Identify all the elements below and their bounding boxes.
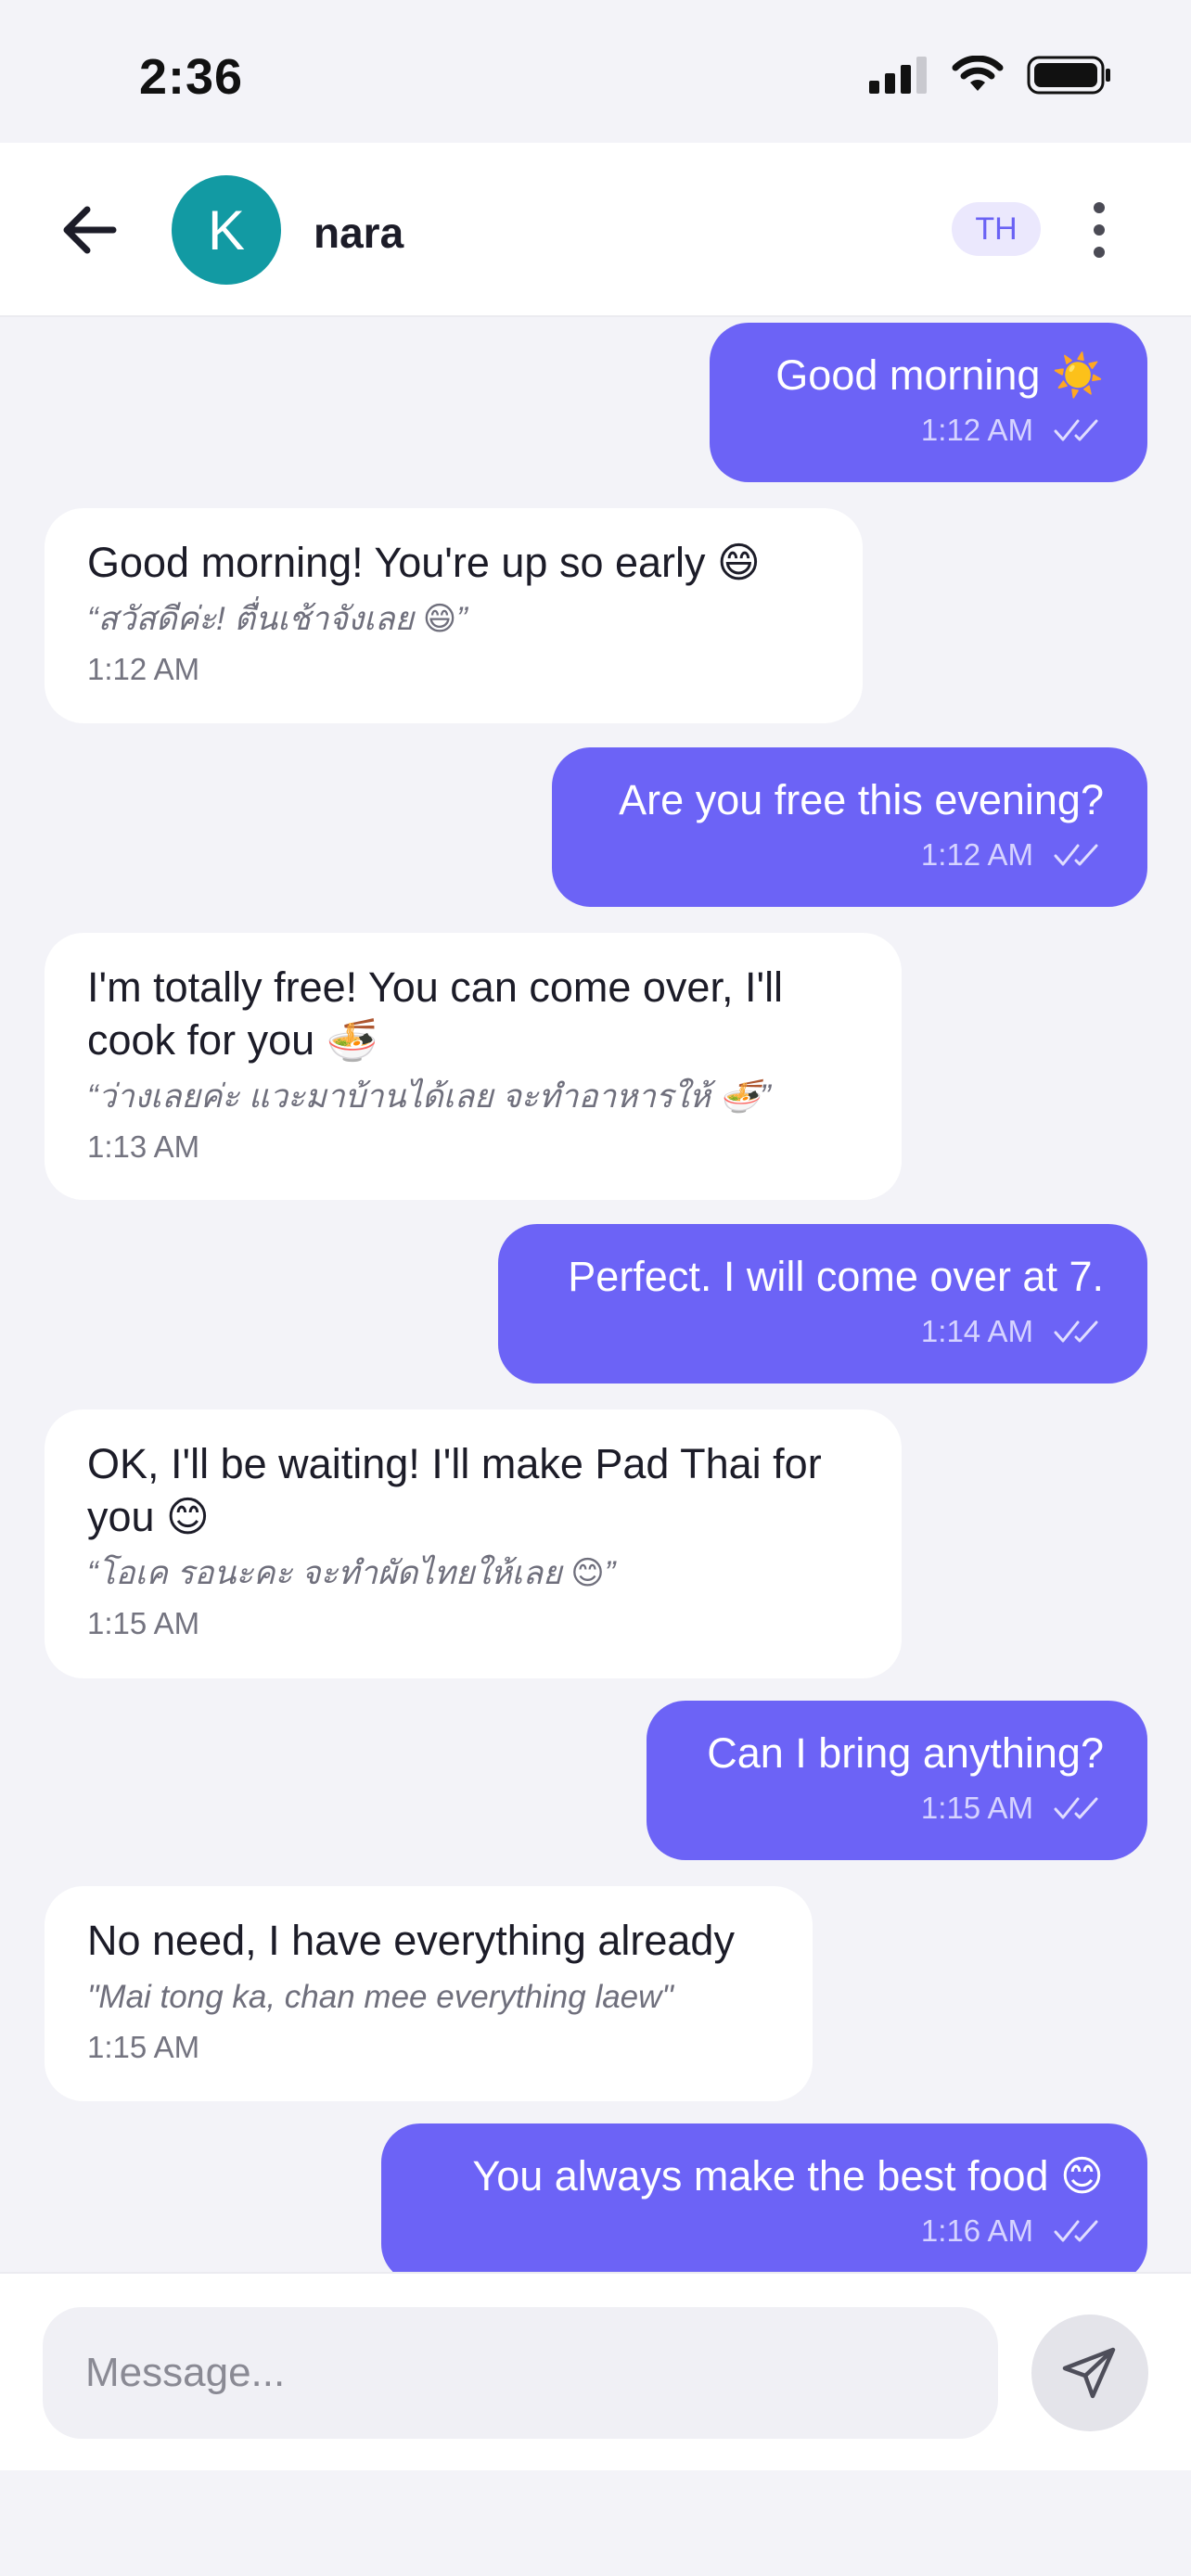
status-icons xyxy=(869,56,1112,95)
cellular-signal-icon xyxy=(869,57,927,94)
message-text: Good morning ☀️ xyxy=(775,351,1104,399)
more-vertical-icon xyxy=(1094,202,1105,213)
double-check-icon xyxy=(1054,844,1098,866)
message-time: 1:15 AM xyxy=(87,2030,200,2064)
wifi-icon xyxy=(952,56,1004,91)
message-time: 1:12 AM xyxy=(920,413,1033,447)
message-incoming[interactable]: No need, I have everything already "Mai … xyxy=(45,1886,813,2101)
contact-avatar[interactable]: K xyxy=(172,175,281,285)
message-translation: "Mai tong ka, chan mee everything laew" xyxy=(87,1979,673,2015)
message-outgoing[interactable]: Are you free this evening? 1:12 AM xyxy=(552,747,1147,907)
message-time: 1:15 AM xyxy=(920,1791,1033,1825)
message-text: Can I bring anything? xyxy=(707,1729,1104,1777)
message-meta: 1:16 AM xyxy=(425,2213,1104,2249)
message-time: 1:12 AM xyxy=(87,652,200,686)
arrow-left-icon xyxy=(63,206,117,254)
double-check-icon xyxy=(1054,419,1098,441)
double-check-icon xyxy=(1054,2220,1098,2242)
more-options-button[interactable] xyxy=(1085,202,1113,258)
message-text: Are you free this evening? xyxy=(619,776,1104,823)
message-text: I'm totally free! You can come over, I'l… xyxy=(87,963,784,1064)
message-text: OK, I'll be waiting! I'll make Pad Thai … xyxy=(87,1440,822,1540)
message-translation: “ว่างเลยค่ะ แวะมาบ้านได้เลย จะทำอาหารให้… xyxy=(87,1078,771,1115)
message-incoming[interactable]: Good morning! You're up so early 😄 “สวัส… xyxy=(45,508,863,723)
message-time: 1:12 AM xyxy=(920,837,1033,872)
contact-name[interactable]: nara xyxy=(314,208,403,258)
message-meta: 1:12 AM xyxy=(753,413,1104,448)
message-list[interactable]: Good morning ☀️ 1:12 AM Good morning! Yo… xyxy=(0,317,1191,2272)
status-bar: 2:36 xyxy=(0,0,1191,143)
status-time: 2:36 xyxy=(139,49,244,105)
message-incoming[interactable]: I'm totally free! You can come over, I'l… xyxy=(45,933,902,1200)
message-outgoing[interactable]: Can I bring anything? 1:15 AM xyxy=(647,1701,1147,1860)
chat-header: K nara TH xyxy=(0,143,1191,317)
back-button[interactable] xyxy=(58,202,122,258)
message-time: 1:14 AM xyxy=(920,1314,1033,1348)
message-outgoing[interactable]: You always make the best food 😊 1:16 AM xyxy=(381,2123,1147,2272)
message-outgoing[interactable]: Good morning ☀️ 1:12 AM xyxy=(710,323,1147,482)
send-icon xyxy=(1062,2347,1116,2399)
send-button[interactable] xyxy=(1031,2315,1148,2431)
message-time: 1:15 AM xyxy=(87,1606,200,1640)
message-incoming[interactable]: OK, I'll be waiting! I'll make Pad Thai … xyxy=(45,1409,902,1678)
chat-screen: 2:36 K nara TH Good morning ☀️ 1:12 AM G… xyxy=(0,0,1191,2576)
message-meta: 1:15 AM xyxy=(690,1791,1104,1826)
message-time: 1:13 AM xyxy=(87,1129,200,1164)
double-check-icon xyxy=(1054,1320,1098,1343)
composer-bar xyxy=(0,2272,1191,2470)
message-text: You always make the best food 😊 xyxy=(472,2152,1104,2200)
message-translation: “โอเค รอนะคะ จะทำผัดไทยให้เลย 😊” xyxy=(87,1555,616,1591)
battery-icon xyxy=(1027,56,1110,95)
message-text: No need, I have everything already xyxy=(87,1917,735,1964)
double-check-icon xyxy=(1054,1797,1098,1819)
message-input[interactable] xyxy=(43,2307,998,2439)
message-translation: “สวัสดีค่ะ! ตื่นเช้าจังเลย 😄” xyxy=(87,601,467,637)
message-outgoing[interactable]: Perfect. I will come over at 7. 1:14 AM xyxy=(498,1224,1147,1384)
message-text: Perfect. I will come over at 7. xyxy=(568,1253,1104,1300)
message-meta: 1:14 AM xyxy=(542,1314,1104,1349)
language-badge[interactable]: TH xyxy=(952,202,1041,256)
message-meta: 1:12 AM xyxy=(596,837,1104,873)
message-text: Good morning! You're up so early 😄 xyxy=(87,539,761,586)
message-time: 1:16 AM xyxy=(920,2213,1033,2248)
